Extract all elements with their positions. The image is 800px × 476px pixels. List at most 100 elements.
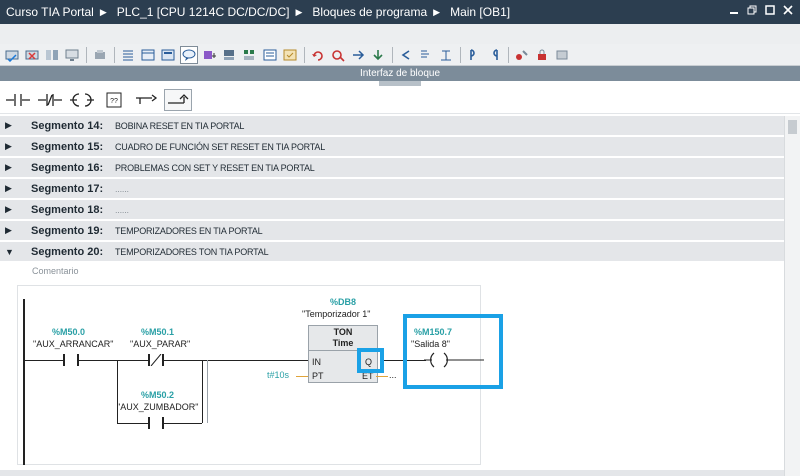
breadcrumb-plc[interactable]: PLC_1 [CPU 1214C DC/DC/DC] bbox=[111, 5, 292, 19]
normally-closed-contact-icon[interactable] bbox=[36, 89, 64, 111]
breadcrumb-blocks[interactable]: Bloques de programa bbox=[306, 5, 429, 19]
empty-box-label: ?? bbox=[110, 98, 118, 105]
segment-header[interactable]: ▶ Segmento 18:...... bbox=[0, 200, 784, 219]
toolbar-separator bbox=[460, 46, 461, 63]
block-interface-bar[interactable]: Interfaz de bloque bbox=[0, 66, 800, 81]
system-icon[interactable] bbox=[554, 47, 570, 63]
close-icon[interactable] bbox=[782, 4, 794, 16]
back-icon[interactable] bbox=[398, 47, 414, 63]
segment-title: Segmento 16: bbox=[31, 161, 104, 174]
display-icon[interactable] bbox=[140, 47, 156, 63]
settings-icon[interactable] bbox=[92, 47, 108, 63]
segment-description[interactable]: ...... bbox=[115, 184, 129, 194]
segment-description[interactable]: ...... bbox=[115, 205, 129, 215]
contact-address[interactable]: %M50.0 bbox=[52, 327, 85, 337]
timer-instance-name[interactable]: "Temporizador 1" bbox=[302, 309, 370, 319]
contact-symbol[interactable]: "AUX_ZUMBADOR" bbox=[117, 402, 198, 412]
delete-network-icon[interactable] bbox=[24, 47, 40, 63]
coil-address[interactable]: %M150.7 bbox=[414, 327, 452, 337]
forward-icon[interactable] bbox=[418, 47, 434, 63]
segment-description[interactable]: TEMPORIZADORES TON TIA PORTAL bbox=[115, 247, 269, 257]
monitor-off-icon[interactable] bbox=[466, 47, 482, 63]
absolute-icon[interactable] bbox=[202, 47, 218, 63]
expand-arrow-icon[interactable]: ▶ bbox=[5, 183, 15, 194]
timer-db-address[interactable]: %DB8 bbox=[330, 297, 356, 307]
monitor-icon[interactable] bbox=[64, 47, 80, 63]
contact-address[interactable]: %M50.2 bbox=[141, 390, 174, 400]
open-branch-icon[interactable] bbox=[132, 89, 160, 111]
timer-subtype[interactable]: Time bbox=[309, 338, 377, 348]
insert-network-icon[interactable] bbox=[4, 47, 20, 63]
close-branch-icon[interactable] bbox=[164, 88, 192, 111]
undo-icon[interactable] bbox=[310, 47, 326, 63]
normally-open-contact[interactable] bbox=[148, 417, 164, 429]
normally-closed-contact[interactable] bbox=[148, 354, 164, 366]
bookmark-icon[interactable] bbox=[242, 47, 258, 63]
scrollbar-thumb[interactable] bbox=[788, 120, 797, 134]
segment-header[interactable]: ▶ Segmento 15: CUADRO DE FUNCIÓN SET RESET… bbox=[0, 137, 784, 156]
breadcrumb-project[interactable]: Curso TIA Portal bbox=[0, 5, 96, 19]
empty-box-icon[interactable]: ?? bbox=[100, 89, 128, 111]
note-icon[interactable] bbox=[160, 47, 176, 63]
branch-wire bbox=[164, 423, 202, 424]
segment-title: Segmento 17: bbox=[31, 182, 104, 195]
pt-wire bbox=[296, 376, 308, 377]
maximize-icon[interactable] bbox=[764, 4, 776, 16]
coil-icon[interactable] bbox=[68, 89, 96, 111]
output-coil[interactable] bbox=[424, 352, 484, 368]
expand-arrow-icon[interactable]: ▶ bbox=[5, 225, 15, 236]
glasses-icon[interactable] bbox=[514, 47, 530, 63]
online-icon[interactable] bbox=[486, 47, 502, 63]
branch-wire bbox=[117, 423, 148, 424]
list-icon[interactable] bbox=[120, 47, 136, 63]
segment-header[interactable]: ▶ Segmento 17:...... bbox=[0, 179, 784, 198]
expand-arrow-icon[interactable]: ▶ bbox=[5, 162, 15, 173]
segment-description[interactable]: TEMPORIZADORES EN TIA PORTAL bbox=[115, 226, 263, 236]
rung-wire bbox=[164, 360, 308, 361]
timer-pin-pt: PT bbox=[312, 371, 324, 381]
segment-comment[interactable]: Comentario bbox=[32, 266, 79, 276]
next-segment-header[interactable] bbox=[0, 470, 784, 476]
monitor-on-icon[interactable] bbox=[438, 47, 454, 63]
breadcrumb: Curso TIA Portal ▶ PLC_1 [CPU 1214C DC/D… bbox=[0, 5, 512, 19]
download-icon[interactable] bbox=[370, 47, 386, 63]
coil-symbol[interactable]: "Salida 8" bbox=[411, 339, 450, 349]
segment-description[interactable]: CUADRO DE FUNCIÓN SET RESET EN TIA PORTA… bbox=[115, 142, 325, 152]
comment-icon[interactable] bbox=[180, 45, 198, 64]
expand-arrow-icon[interactable]: ▶ bbox=[5, 204, 15, 215]
symbolic-icon[interactable] bbox=[222, 47, 238, 63]
favorites-icon[interactable] bbox=[262, 47, 278, 63]
segment-header[interactable]: ▶ Segmento 14: BOBINA RESET EN TIA PORTAL bbox=[0, 116, 784, 135]
restore-icon[interactable] bbox=[746, 4, 758, 16]
segment-title: Segmento 14: bbox=[31, 119, 104, 132]
pt-value[interactable]: t#10s bbox=[267, 370, 289, 380]
redo-icon[interactable] bbox=[330, 47, 346, 63]
contact-address[interactable]: %M50.1 bbox=[141, 327, 174, 337]
timer-pin-in: IN bbox=[312, 357, 321, 367]
minimize-icon[interactable] bbox=[728, 4, 740, 16]
expand-arrow-icon[interactable]: ▶ bbox=[5, 120, 15, 131]
network-insert-icon[interactable] bbox=[282, 47, 298, 63]
expand-arrow-icon[interactable]: ▶ bbox=[5, 141, 15, 152]
go-to-icon[interactable] bbox=[350, 47, 366, 63]
normally-open-contact[interactable] bbox=[63, 354, 79, 366]
segment-description[interactable]: PROBLEMAS CON SET Y RESET EN TIA PORTAL bbox=[115, 163, 315, 173]
vertical-scrollbar[interactable] bbox=[784, 116, 800, 476]
segment-title: Segmento 19: bbox=[31, 224, 104, 237]
collapse-arrow-icon[interactable]: ▼ bbox=[5, 247, 15, 257]
segment-description[interactable]: BOBINA RESET EN TIA PORTAL bbox=[115, 121, 244, 131]
left-power-rail bbox=[23, 299, 25, 465]
et-value[interactable]: ... bbox=[389, 370, 397, 380]
lock-icon[interactable] bbox=[534, 47, 550, 63]
rung-wire bbox=[79, 360, 148, 361]
segment-header[interactable]: ▶ Segmento 19: TEMPORIZADORES EN TIA PORTA… bbox=[0, 221, 784, 240]
toolbar-separator bbox=[114, 46, 115, 63]
branch-wire bbox=[207, 360, 208, 423]
compare-icon[interactable] bbox=[44, 47, 60, 63]
segment-header-expanded[interactable]: ▼ Segmento 20: TEMPORIZADORES TON TIA PORT… bbox=[0, 242, 784, 261]
segment-header[interactable]: ▶ Segmento 16: PROBLEMAS CON SET Y RESET E… bbox=[0, 158, 784, 177]
contact-symbol[interactable]: "AUX_PARAR" bbox=[130, 339, 190, 349]
breadcrumb-main[interactable]: Main [OB1] bbox=[444, 5, 512, 19]
normally-open-contact-icon[interactable] bbox=[4, 89, 32, 111]
contact-symbol[interactable]: "AUX_ARRANCAR" bbox=[33, 339, 113, 349]
